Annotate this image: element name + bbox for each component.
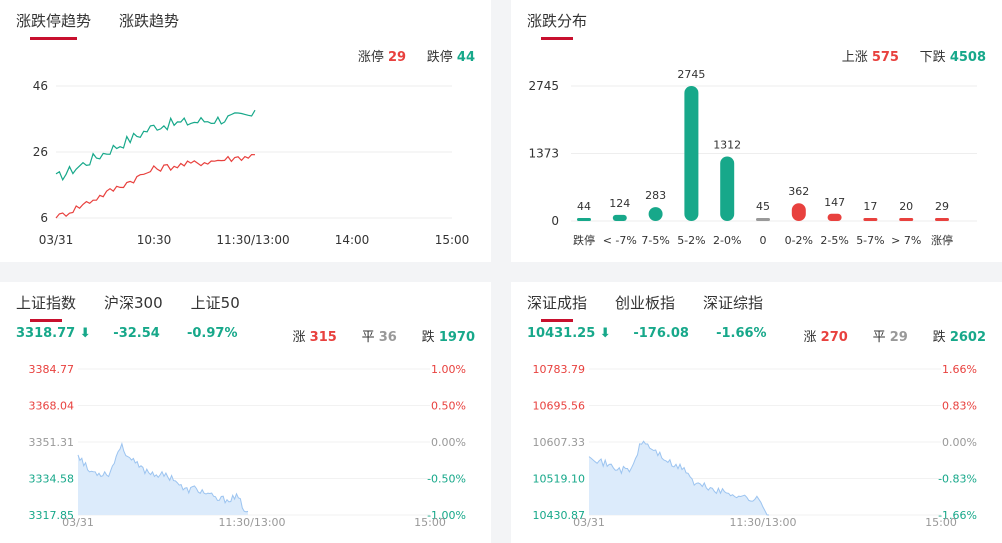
y-tick-label-left: 10783.79: [533, 363, 586, 376]
bar: [863, 218, 878, 221]
bar: [720, 156, 735, 221]
bar-value-label: 2745: [677, 68, 705, 81]
bar-value-label: 124: [609, 197, 630, 210]
y-tick-label: 46: [33, 79, 48, 93]
x-tick-label: 14:00: [335, 233, 370, 247]
y-tick-label-right: 1.66%: [942, 363, 977, 376]
y-tick-label-right: 0.50%: [431, 400, 466, 413]
x-tick-label: 15:00: [925, 516, 957, 529]
x-tick-label: 11:30/13:00: [729, 516, 796, 529]
y-tick-label-left: 10695.56: [533, 400, 586, 413]
bar-value-label: 147: [824, 196, 845, 209]
bar-value-label: 362: [788, 185, 809, 198]
y-tick-label-left: 3384.77: [29, 363, 75, 376]
category-label: < -7%: [603, 234, 637, 247]
limit-trend-panel: 涨跌停趋势 涨跌趋势 涨停 29 跌停 44 46 26 6 03/31 10:30 11…: [0, 0, 491, 262]
bar: [648, 207, 663, 221]
category-label: 跌停: [573, 233, 595, 247]
y-tick-label: 6: [40, 211, 48, 225]
y-tick-label-right: 0.83%: [942, 400, 977, 413]
x-tick-label: 03/31: [573, 516, 605, 529]
category-label: > 7%: [891, 234, 921, 247]
series-line-limit-down: [55, 109, 256, 182]
y-tick-label-left: 10519.10: [533, 473, 586, 486]
price-area: [78, 443, 248, 515]
bar-value-label: 20: [899, 200, 913, 213]
bar-value-label: 1312: [713, 138, 741, 151]
category-label: 涨停: [931, 233, 953, 247]
y-tick-label-right: 0.00%: [942, 436, 977, 449]
sh-index-panel: 上证指数 沪深300 上证50 3318.77 ⬇ -32.54 -0.97% …: [0, 282, 491, 543]
x-tick-label: 15:00: [414, 516, 446, 529]
bar: [827, 213, 842, 221]
bar: [577, 218, 591, 221]
y-tick-label: 0: [551, 214, 559, 228]
category-label: 2-5%: [820, 234, 848, 247]
limit-trend-chart: 46 26 6 03/31 10:30 11:30/13:00 14:00 15:00: [33, 79, 470, 247]
distribution-panel: 涨跌分布 上涨 575 下跌 4508 2745 1373 0 44 跌停 124 < -7…: [511, 0, 1002, 262]
y-tick-label-left: 3368.04: [29, 400, 75, 413]
bar-value-label: 44: [577, 200, 591, 213]
category-label: 5-7%: [856, 234, 884, 247]
distribution-chart: 2745 1373 0 44 跌停 124 < -7% 283 7-5% 2745 5-2% 1312…: [528, 68, 977, 247]
y-tick-label-left: 3334.58: [29, 473, 75, 486]
bar: [684, 86, 699, 221]
bar: [791, 203, 806, 221]
bar: [756, 218, 770, 221]
x-tick-label: 03/31: [39, 233, 74, 247]
category-label: 0: [760, 234, 767, 247]
x-tick-label: 03/31: [62, 516, 94, 529]
x-tick-label: 15:00: [435, 233, 470, 247]
y-tick-label-right: 0.00%: [431, 436, 466, 449]
bar-value-label: 29: [935, 200, 949, 213]
y-tick-label-right: -0.83%: [938, 473, 977, 486]
y-tick-label-right: -0.50%: [427, 473, 466, 486]
sz-index-chart: 10783.79 1.66% 10695.56 0.83% 10607.33 0.00% 1…: [533, 363, 978, 529]
sz-index-panel: 深证成指 创业板指 深证综指 10431.25 ⬇ -176.08 -1.66%…: [511, 282, 1002, 543]
x-tick-label: 10:30: [137, 233, 172, 247]
series-line-limit-up: [55, 153, 256, 219]
bar: [935, 218, 949, 221]
y-tick-label-left: 10607.33: [533, 436, 586, 449]
category-label: 7-5%: [641, 234, 669, 247]
bar: [899, 218, 914, 221]
y-tick-label-left: 3351.31: [29, 436, 75, 449]
sh-index-chart: 3384.77 1.00% 3368.04 0.50% 3351.31 0.00% 3334…: [29, 363, 467, 529]
category-label: 0-2%: [785, 234, 813, 247]
y-tick-label: 1373: [528, 146, 559, 160]
y-tick-label: 2745: [528, 79, 559, 93]
x-tick-label: 11:30/13:00: [216, 233, 289, 247]
bar-value-label: 45: [756, 200, 770, 213]
x-tick-label: 11:30/13:00: [218, 516, 285, 529]
category-label: 2-0%: [713, 234, 741, 247]
bar-value-label: 283: [645, 189, 666, 202]
bar-value-label: 17: [863, 200, 877, 213]
y-tick-label-right: 1.00%: [431, 363, 466, 376]
y-tick-label: 26: [33, 145, 48, 159]
bar: [612, 214, 627, 221]
category-label: 5-2%: [677, 234, 705, 247]
